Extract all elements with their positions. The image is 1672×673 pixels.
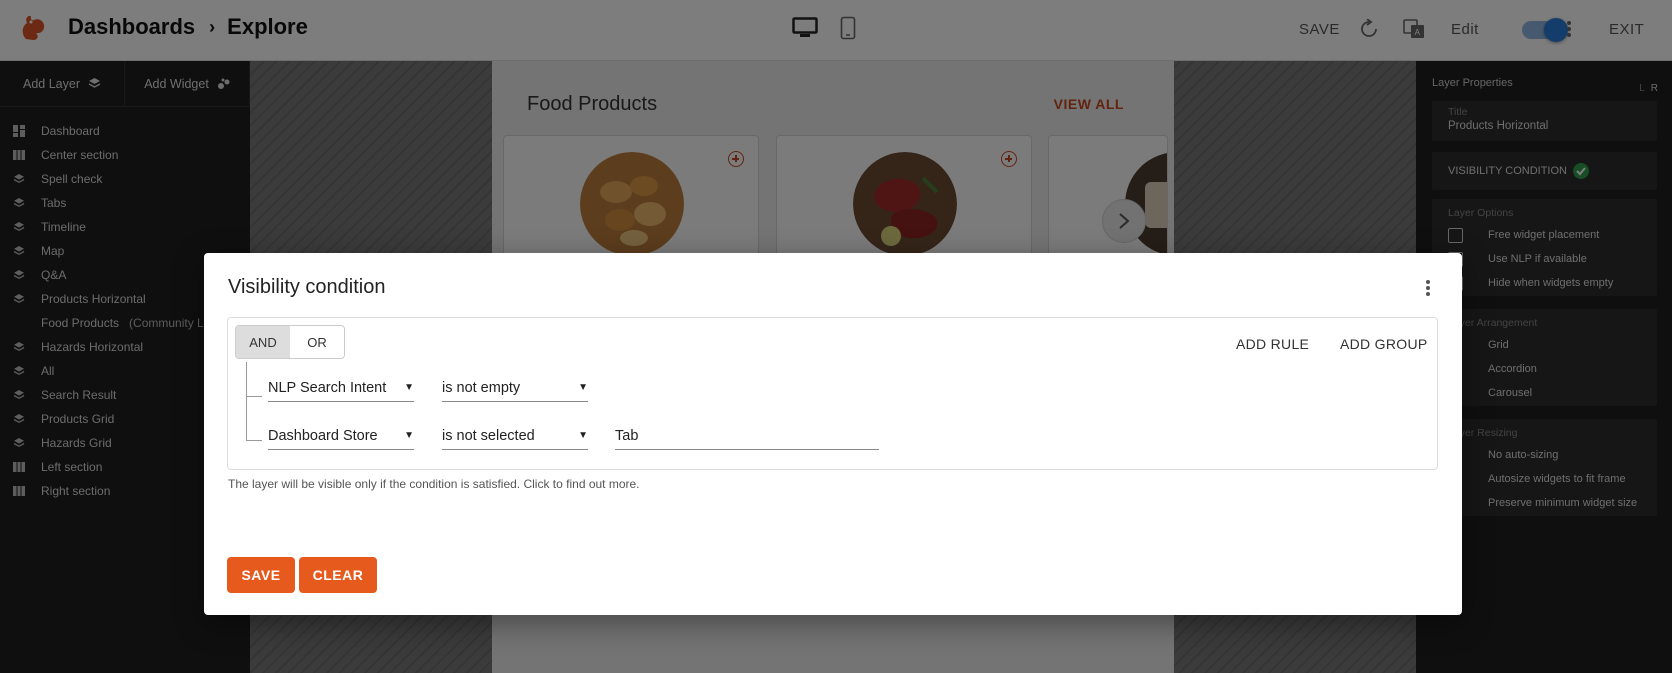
rule-tree-line	[246, 362, 262, 440]
select-value: NLP Search Intent	[268, 379, 387, 396]
select-value: is not selected	[442, 427, 535, 444]
select-value: Dashboard Store	[268, 427, 378, 444]
rule-1-operator-select[interactable]: is not empty ▼	[442, 374, 588, 402]
dropdown-arrow-icon: ▼	[404, 382, 414, 393]
save-button[interactable]: SAVE	[227, 557, 295, 593]
or-button[interactable]: OR	[290, 326, 344, 358]
dropdown-arrow-icon: ▼	[578, 382, 588, 393]
visibility-condition-dialog: Visibility condition AND OR ADD RULE ADD…	[204, 253, 1462, 615]
rule-group: AND OR ADD RULE ADD GROUP NLP Search Int…	[227, 317, 1438, 470]
rule-1-field-select[interactable]: NLP Search Intent ▼	[268, 374, 414, 402]
help-text-link[interactable]: The layer will be visible only if the co…	[228, 477, 640, 491]
dialog-title: Visibility condition	[228, 276, 386, 298]
more-vertical-icon[interactable]	[1420, 278, 1436, 298]
clear-button[interactable]: CLEAR	[299, 557, 377, 593]
rule-2-field-select[interactable]: Dashboard Store ▼	[268, 422, 414, 450]
and-button[interactable]: AND	[236, 326, 290, 358]
add-group-button[interactable]: ADD GROUP	[1340, 336, 1428, 352]
input-value: Tab	[615, 427, 639, 444]
rule-branch	[246, 440, 262, 441]
rule-branch	[246, 396, 262, 397]
combinator-toggle: AND OR	[235, 325, 345, 359]
dropdown-arrow-icon: ▼	[404, 430, 414, 441]
rule-2-operator-select[interactable]: is not selected ▼	[442, 422, 588, 450]
add-rule-button[interactable]: ADD RULE	[1236, 336, 1309, 352]
select-value: is not empty	[442, 379, 521, 396]
dropdown-arrow-icon: ▼	[578, 430, 588, 441]
rule-2-value-input[interactable]: Tab	[615, 422, 879, 450]
